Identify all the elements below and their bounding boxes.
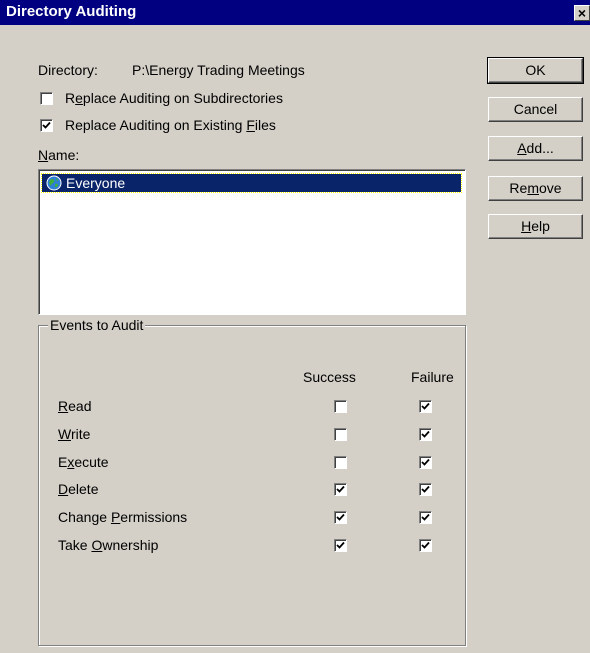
remove-button[interactable]: Remove: [488, 176, 583, 201]
replace-subdirs-label[interactable]: Replace Auditing on Subdirectories: [65, 90, 283, 106]
failure-checkbox[interactable]: [419, 456, 432, 469]
directory-label: Directory:: [38, 62, 98, 78]
checkmark-icon: [421, 485, 430, 493]
audit-row-label: Write: [58, 426, 91, 442]
audit-row-label: Execute: [58, 454, 109, 470]
replace-subdirs-checkbox[interactable]: [40, 92, 53, 105]
checkmark-icon: [42, 121, 51, 129]
checkmark-icon: [421, 402, 430, 410]
audit-row-label: Delete: [58, 481, 99, 497]
audit-row: Delete: [0, 480, 590, 502]
audit-row: Take Ownership: [0, 536, 590, 558]
audit-row: Execute: [0, 453, 590, 475]
success-checkbox[interactable]: [334, 539, 347, 552]
success-checkbox[interactable]: [334, 511, 347, 524]
checkmark-icon: [336, 541, 345, 549]
audit-row-label: Change Permissions: [58, 509, 188, 525]
cancel-button[interactable]: Cancel: [488, 97, 583, 122]
audit-row-label: Read: [58, 398, 92, 414]
success-column-header: Success: [303, 369, 356, 385]
checkmark-icon: [336, 485, 345, 493]
success-checkbox[interactable]: [334, 400, 347, 413]
success-checkbox[interactable]: [334, 456, 347, 469]
events-group-title: Events to Audit: [48, 317, 146, 333]
replace-files-label[interactable]: Replace Auditing on Existing Files: [65, 117, 276, 133]
checkmark-icon: [421, 458, 430, 466]
name-label: Name:: [38, 147, 80, 163]
name-listbox[interactable]: Everyone: [38, 169, 466, 315]
failure-column-header: Failure: [411, 369, 454, 385]
directory-auditing-dialog: Directory Auditing × Directory: P:\Energ…: [0, 0, 590, 653]
close-button[interactable]: ×: [574, 5, 590, 21]
window-title: Directory Auditing: [6, 3, 137, 20]
checkmark-icon: [421, 513, 430, 521]
ok-button[interactable]: OK: [487, 57, 584, 84]
success-checkbox[interactable]: [334, 428, 347, 441]
list-item[interactable]: Everyone: [41, 173, 462, 194]
success-checkbox[interactable]: [334, 483, 347, 496]
failure-checkbox[interactable]: [419, 483, 432, 496]
directory-path: P:\Energy Trading Meetings: [132, 62, 305, 78]
failure-checkbox[interactable]: [419, 539, 432, 552]
audit-row: Change Permissions: [0, 508, 590, 530]
replace-files-checkbox[interactable]: [40, 119, 53, 132]
failure-checkbox[interactable]: [419, 428, 432, 441]
help-button[interactable]: Help: [488, 214, 583, 239]
title-bar[interactable]: Directory Auditing ×: [0, 0, 590, 25]
checkmark-icon: [421, 541, 430, 549]
failure-checkbox[interactable]: [419, 400, 432, 413]
list-item-label: Everyone: [66, 175, 126, 191]
failure-checkbox[interactable]: [419, 511, 432, 524]
globe-icon: [46, 175, 62, 194]
audit-row-label: Take Ownership: [58, 537, 159, 553]
checkmark-icon: [336, 513, 345, 521]
add-button[interactable]: Add...: [488, 136, 583, 161]
audit-row: Write: [0, 425, 590, 447]
checkmark-icon: [421, 430, 430, 438]
audit-row: Read: [0, 397, 590, 419]
